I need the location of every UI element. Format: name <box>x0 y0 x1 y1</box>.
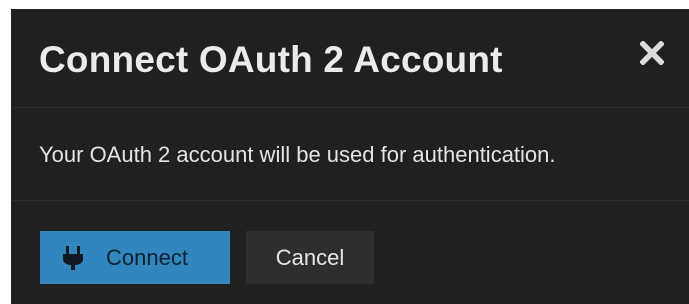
dialog-message: Your OAuth 2 account will be used for au… <box>39 142 556 167</box>
cancel-button-label: Cancel <box>275 244 345 270</box>
dialog-body: Your OAuth 2 account will be used for au… <box>11 108 689 201</box>
dialog-header: Connect OAuth 2 Account <box>11 9 689 108</box>
connect-button-label: Connect <box>106 244 188 270</box>
close-button[interactable] <box>634 35 670 71</box>
dialog-title: Connect OAuth 2 Account <box>39 39 503 80</box>
connect-button[interactable]: Connect <box>40 231 230 284</box>
cancel-button[interactable]: Cancel <box>246 231 374 284</box>
oauth-connect-dialog: Connect OAuth 2 Account Your OAuth 2 acc… <box>11 9 689 304</box>
close-icon <box>640 41 664 65</box>
plug-icon <box>63 245 83 270</box>
dialog-footer: Connect Cancel <box>11 201 689 304</box>
